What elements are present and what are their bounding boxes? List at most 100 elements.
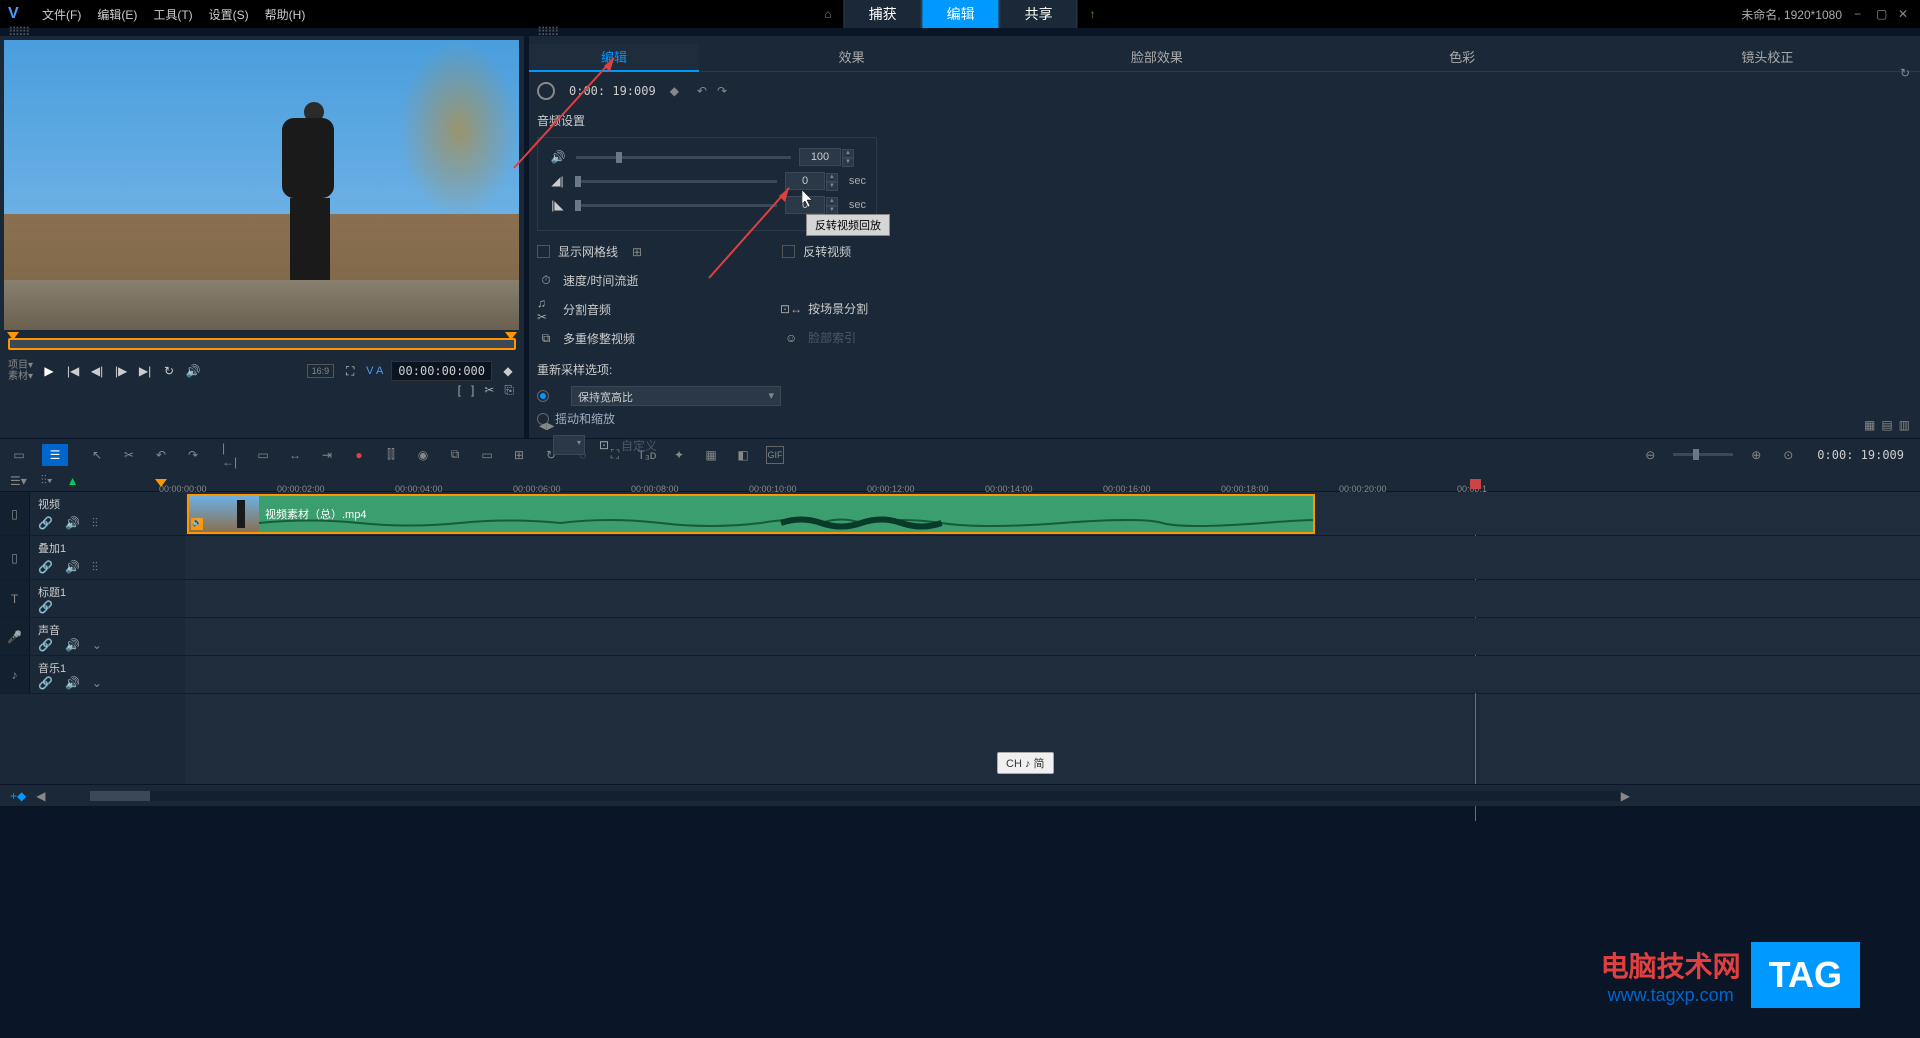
show-grid-option[interactable]: 显示网格线⊞ xyxy=(537,243,642,260)
goto-start-button[interactable]: |◀ xyxy=(65,363,81,379)
range-start-marker[interactable] xyxy=(155,479,167,487)
volume-slider[interactable] xyxy=(576,156,791,159)
clip-duration[interactable]: 0:00: 19:009 xyxy=(563,82,662,100)
volume-value[interactable]: 100▲▼ xyxy=(799,148,841,166)
link-icon[interactable]: 🔗 xyxy=(38,516,53,531)
nav-capture[interactable]: 捕获 xyxy=(844,0,922,29)
rotate-left-icon[interactable]: ↶ xyxy=(697,84,707,98)
layout-icon-1[interactable]: ▦ xyxy=(1864,418,1875,432)
list-icon[interactable]: ☰▾ xyxy=(10,474,27,488)
aspect-dropdown[interactable]: 保持宽高比 xyxy=(571,386,781,406)
menu-tools[interactable]: 工具(T) xyxy=(153,6,192,23)
scroll-right-icon[interactable]: ▶ xyxy=(1621,789,1630,803)
speed-timelapse-option[interactable]: ⏱速度/时间流逝 xyxy=(537,272,642,289)
maximize-button[interactable]: ▢ xyxy=(1876,7,1890,21)
reverse-video-option[interactable]: 反转视频 xyxy=(782,243,868,260)
tab-effects[interactable]: 效果 xyxy=(699,44,1004,72)
close-button[interactable]: ✕ xyxy=(1898,7,1912,21)
tool-icon[interactable]: ⊞ xyxy=(510,446,528,464)
refresh-icon[interactable]: ↻ xyxy=(1900,66,1910,80)
split-icon[interactable]: ✂ xyxy=(484,383,494,398)
prev-frame-button[interactable]: ◀| xyxy=(89,363,105,379)
home-icon[interactable]: ⌂ xyxy=(812,3,843,25)
layout-icon-2[interactable]: ▤ xyxy=(1881,418,1892,432)
fade-out-slider[interactable] xyxy=(575,204,777,207)
mark-out-icon[interactable]: ] xyxy=(471,383,474,398)
rotate-right-icon[interactable]: ↷ xyxy=(717,84,727,98)
nav-share[interactable]: 共享 xyxy=(1000,0,1078,29)
storyboard-view-icon[interactable]: ▭ xyxy=(10,446,28,464)
preview-mode-label[interactable]: 项目▾素材▾ xyxy=(8,360,33,382)
upload-icon[interactable]: ↑ xyxy=(1078,3,1108,25)
snapshot-icon[interactable]: ⎘ xyxy=(504,383,514,398)
redo-icon[interactable]: ↷ xyxy=(184,446,202,464)
record-icon[interactable]: ● xyxy=(350,446,368,464)
keep-aspect-radio[interactable]: 保持宽高比 xyxy=(537,386,1912,406)
tab-lens-correction[interactable]: 镜头校正 xyxy=(1615,44,1920,72)
tool-icon[interactable]: ▭ xyxy=(478,446,496,464)
scrubber[interactable] xyxy=(8,338,516,350)
mute-icon[interactable]: 🔊 xyxy=(65,516,80,531)
scrubber-handle[interactable] xyxy=(7,332,19,340)
split-audio-option[interactable]: ♫✂分割音频 xyxy=(537,301,642,318)
timeline-view-icon[interactable]: ☰ xyxy=(42,444,68,466)
clip-audio-icon[interactable]: 🔊 xyxy=(191,518,203,530)
mark-in-icon[interactable]: [ xyxy=(458,383,461,398)
tool-icon[interactable]: |←| xyxy=(222,446,240,464)
tab-color[interactable]: 色彩 xyxy=(1310,44,1615,72)
split-by-scene-option[interactable]: ⊡↔按场景分割 xyxy=(782,300,868,317)
arrow-tool-icon[interactable]: ↖ xyxy=(88,446,106,464)
add-cue-icon[interactable]: +◆ xyxy=(10,789,26,803)
tool-icon[interactable]: ⧉ xyxy=(446,446,464,464)
menu-settings[interactable]: 设置(S) xyxy=(209,6,249,23)
video-preview[interactable] xyxy=(4,40,519,330)
add-track-icon[interactable]: ▲ xyxy=(67,474,79,488)
zoom-slider[interactable] xyxy=(1673,453,1733,456)
panel-drag-handle[interactable]: ⠿⠿⠿ xyxy=(529,28,1920,36)
tool-icon[interactable]: ◉ xyxy=(414,446,432,464)
tool-icon[interactable]: ↔ xyxy=(286,446,304,464)
cut-tool-icon[interactable]: ✂ xyxy=(120,446,138,464)
link-icon[interactable]: 🔗 xyxy=(38,600,53,614)
tool-icon[interactable]: ▭ xyxy=(254,446,272,464)
menu-help[interactable]: 帮助(H) xyxy=(265,6,306,23)
expand-icon[interactable]: ⛶ xyxy=(342,363,358,379)
expand-icon[interactable]: ⌄ xyxy=(92,676,102,690)
undo-icon[interactable]: ↶ xyxy=(152,446,170,464)
loop-button[interactable]: ↻ xyxy=(161,363,177,379)
timecode-spinner[interactable]: ◆ xyxy=(500,363,516,379)
aspect-ratio[interactable]: 16:9 xyxy=(307,364,335,378)
menu-edit[interactable]: 编辑(E) xyxy=(97,6,137,23)
fade-in-value[interactable]: 0▲▼ xyxy=(785,172,825,190)
mute-icon[interactable]: 🔊 xyxy=(65,638,80,652)
nav-edit[interactable]: 编辑 xyxy=(922,0,1000,29)
link-icon[interactable]: 🔗 xyxy=(38,560,53,575)
link-icon[interactable]: 🔗 xyxy=(38,638,53,652)
h-scrollbar[interactable] xyxy=(90,791,1620,801)
fade-in-slider[interactable] xyxy=(575,180,777,183)
minimize-button[interactable]: − xyxy=(1854,7,1868,21)
video-clip[interactable]: 视频素材（总）.mp4 🔊 xyxy=(187,494,1315,534)
tool-icon[interactable]: ⇥ xyxy=(318,446,336,464)
va-toggle[interactable]: V A xyxy=(366,365,383,377)
grid-icon[interactable]: ⫶⫶ xyxy=(92,560,98,575)
next-frame-button[interactable]: |▶ xyxy=(113,363,129,379)
preview-timecode[interactable]: 00:00:00:000 xyxy=(391,361,492,381)
play-button[interactable]: ▶ xyxy=(41,363,57,379)
panel-drag-handle[interactable]: ⠿⠿⠿ xyxy=(0,28,524,36)
tab-face-effects[interactable]: 脸部效果 xyxy=(1004,44,1309,72)
color-swatch[interactable] xyxy=(553,435,585,455)
expand-icon[interactable]: ⌄ xyxy=(92,638,102,652)
grid-icon[interactable]: ⫶⫶ xyxy=(92,516,98,531)
mute-icon[interactable]: 🔊 xyxy=(65,560,80,575)
tool-icon[interactable]: ⫿⫿ xyxy=(382,446,400,464)
pan-zoom-radio[interactable]: 摇动和缩放 xyxy=(537,410,1912,427)
tab-edit[interactable]: 编辑 xyxy=(529,44,699,72)
menu-file[interactable]: 文件(F) xyxy=(42,6,81,23)
volume-button[interactable]: 🔊 xyxy=(185,363,201,379)
mute-icon[interactable]: 🔊 xyxy=(65,676,80,690)
sliders-icon[interactable]: ⫶⫶▾ xyxy=(41,473,53,488)
goto-end-button[interactable]: ▶| xyxy=(137,363,153,379)
expand-left[interactable]: ◀▶ xyxy=(539,421,554,432)
layout-icon-3[interactable]: ▥ xyxy=(1899,418,1910,432)
